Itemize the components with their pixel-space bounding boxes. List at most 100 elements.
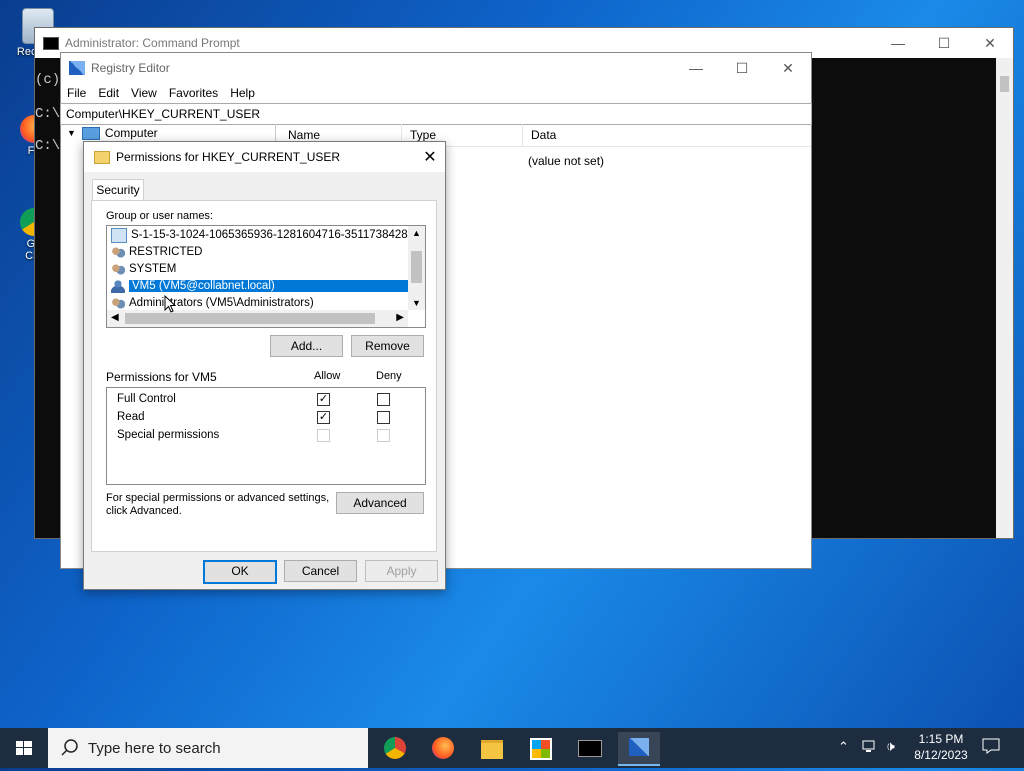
user-list[interactable]: S-1-15-3-1024-1065365936-1281604716-3511… <box>106 225 426 328</box>
permission-full-control-label: Full Control <box>117 393 176 405</box>
cmd-title: Administrator: Command Prompt <box>65 36 240 50</box>
permissions-title: Permissions for HKEY_CURRENT_USER <box>116 150 341 164</box>
regedit-icon <box>629 738 649 756</box>
volume-icon[interactable]: 🕩 <box>886 738 895 755</box>
list-item[interactable]: SYSTEM <box>111 261 176 277</box>
mouse-cursor-icon <box>164 295 176 313</box>
tree-item-label: Computer <box>104 126 158 140</box>
menu-favorites[interactable]: Favorites <box>169 86 218 100</box>
permissions-dialog[interactable]: Permissions for HKEY_CURRENT_USER ✕ Secu… <box>83 141 446 590</box>
taskbar-firefox[interactable] <box>422 732 464 764</box>
taskbar-search-box[interactable]: Type here to search <box>48 728 368 768</box>
cmd-text-line: C:\ <box>35 138 61 154</box>
search-icon <box>61 739 78 756</box>
taskbar: Type here to search ⌃ 🕩 1:15 PM 8/12/202… <box>0 728 1024 768</box>
permission-special-label: Special permissions <box>117 429 220 441</box>
regedit-menubar: File Edit View Favorites Help <box>61 83 811 103</box>
list-item[interactable]: Administrators (VM5\Administrators) <box>111 295 314 311</box>
permissions-close-button[interactable]: ✕ <box>415 147 445 167</box>
cmd-icon <box>578 740 602 757</box>
chevron-down-icon[interactable]: ▼ <box>412 298 421 308</box>
cmd-maximize-button[interactable]: ☐ <box>921 35 967 52</box>
scrollbar-thumb[interactable] <box>411 251 422 283</box>
user-list-vertical-scrollbar[interactable]: ▲ ▼ <box>408 226 425 310</box>
chevron-left-icon[interactable]: ◀ <box>111 312 119 323</box>
windows-logo-icon <box>16 741 32 755</box>
full-control-allow-checkbox[interactable]: ✓ <box>317 393 330 406</box>
taskbar-chrome[interactable] <box>374 732 416 764</box>
clock-time: 1:15 PM <box>918 732 964 746</box>
list-item[interactable]: S-1-15-3-1024-1065365936-1281604716-3511… <box>111 227 426 243</box>
apply-button[interactable]: Apply <box>365 560 438 582</box>
user-name: SYSTEM <box>129 263 177 275</box>
user-list-horizontal-scrollbar[interactable]: ◀ ▶ <box>107 310 408 327</box>
chevron-right-icon[interactable]: ▶ <box>396 312 404 323</box>
full-control-deny-checkbox[interactable] <box>377 393 390 406</box>
group-users-icon <box>111 296 125 310</box>
advanced-button[interactable]: Advanced <box>336 492 424 514</box>
remove-button[interactable]: Remove <box>351 335 424 357</box>
chevron-down-icon[interactable]: ▼ <box>67 128 76 138</box>
taskbar-registry-editor[interactable] <box>618 732 660 766</box>
cmd-text-line: (c) <box>35 72 61 88</box>
chrome-icon <box>384 737 406 759</box>
tree-item-computer[interactable]: ▼ Computer <box>61 124 275 142</box>
cmd-vertical-scrollbar[interactable] <box>996 58 1013 538</box>
user-name: S-1-15-3-1024-1065365936-1281604716-3511… <box>131 229 426 241</box>
search-placeholder: Type here to search <box>88 739 221 757</box>
menu-help[interactable]: Help <box>230 86 255 100</box>
computer-icon <box>81 126 100 140</box>
special-deny-checkbox <box>377 429 390 442</box>
file-explorer-icon <box>481 740 503 759</box>
group-names-label: Group or user names: <box>106 210 213 222</box>
read-deny-checkbox[interactable] <box>377 411 390 424</box>
network-icon[interactable] <box>862 740 878 757</box>
value-data-cell[interactable]: (value not set) <box>528 154 604 168</box>
list-item-selected[interactable]: VM5 (VM5@collabnet.local) <box>111 278 410 294</box>
security-tab-body: Group or user names: S-1-15-3-1024-10653… <box>91 200 437 552</box>
cmd-text-line: C:\ <box>35 106 61 122</box>
taskbar-file-explorer[interactable] <box>471 732 513 764</box>
notification-icon-shape <box>982 738 1000 754</box>
store-icon <box>530 738 552 760</box>
taskbar-store[interactable] <box>520 732 562 764</box>
chevron-up-icon[interactable]: ▲ <box>412 228 421 238</box>
regedit-maximize-button[interactable]: ☐ <box>719 60 765 77</box>
menu-file[interactable]: File <box>67 86 86 100</box>
permissions-for-label: Permissions for VM5 <box>106 370 217 384</box>
scrollbar-thumb[interactable] <box>1000 76 1009 92</box>
capability-sid-icon <box>111 227 127 243</box>
start-button[interactable] <box>0 728 48 768</box>
menu-edit[interactable]: Edit <box>98 86 119 100</box>
permissions-titlebar[interactable]: Permissions for HKEY_CURRENT_USER ✕ <box>84 142 445 172</box>
regedit-minimize-button[interactable]: — <box>673 60 719 76</box>
column-data[interactable]: Data <box>523 124 643 146</box>
regedit-titlebar[interactable]: Registry Editor — ☐ ✕ <box>61 53 811 83</box>
list-item[interactable]: RESTRICTED <box>111 244 202 260</box>
chevron-up-icon[interactable]: ⌃ <box>838 739 849 755</box>
menu-view[interactable]: View <box>131 86 157 100</box>
cancel-button[interactable]: Cancel <box>284 560 357 582</box>
deny-column-label: Deny <box>376 370 402 382</box>
group-users-icon <box>111 262 125 276</box>
cmd-close-button[interactable]: ✕ <box>967 35 1013 52</box>
clock[interactable]: 1:15 PM 8/12/2023 <box>910 732 972 762</box>
group-users-icon <box>111 245 125 259</box>
regedit-close-button[interactable]: ✕ <box>765 60 811 77</box>
cmd-icon <box>43 36 59 50</box>
address-bar[interactable]: Computer\HKEY_CURRENT_USER <box>60 103 812 125</box>
scrollbar-thumb[interactable] <box>125 313 375 324</box>
regedit-icon <box>69 61 85 75</box>
user-name: Administrators (VM5\Administrators) <box>129 297 314 309</box>
clock-date: 8/12/2023 <box>914 748 968 762</box>
add-button[interactable]: Add... <box>270 335 343 357</box>
firefox-icon <box>432 737 454 759</box>
tab-security[interactable]: Security <box>92 179 144 202</box>
advanced-hint-line2: click Advanced. <box>106 505 182 517</box>
cmd-minimize-button[interactable]: — <box>875 35 921 51</box>
ok-button[interactable]: OK <box>203 560 277 584</box>
taskbar-command-prompt[interactable] <box>569 732 611 764</box>
read-allow-checkbox[interactable]: ✓ <box>317 411 330 424</box>
regedit-title: Registry Editor <box>91 61 170 75</box>
notification-icon[interactable] <box>982 738 1000 757</box>
